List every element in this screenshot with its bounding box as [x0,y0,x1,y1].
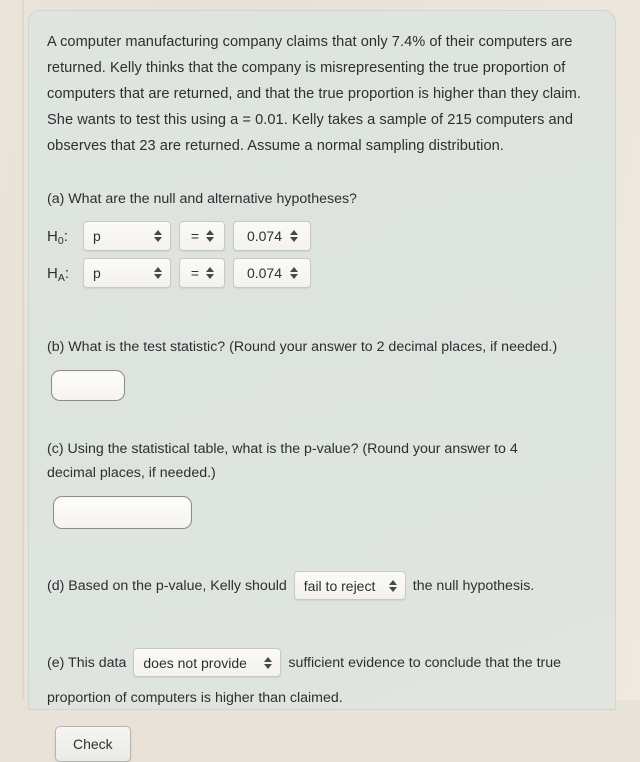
up-down-arrows-icon [290,265,299,281]
problem-statement: A computer manufacturing company claims … [47,34,581,154]
up-down-arrows-icon [154,228,163,244]
up-down-arrows-icon [206,228,215,244]
p-value-input[interactable] [53,496,192,529]
evidence-value: does not provide [143,654,247,671]
evidence-select[interactable]: does not provide [133,648,282,677]
null-parameter-select[interactable]: p [83,221,171,251]
up-down-arrows-icon [388,578,398,594]
part-c-question-line1: (c) Using the statistical table, what is… [47,441,518,457]
part-e-suffix: sufficient evidence to conclude that the… [288,654,562,671]
alternative-hypothesis-label: HA: [47,264,70,284]
part-c-section: (c) Using the statistical table, what is… [47,437,593,529]
null-hypothesis-row: H0: p = 0.074 [47,221,593,251]
part-d-prefix: (d) Based on the p-value, Kelly should [47,577,287,594]
part-c-question-line2: decimal places, if needed.) [47,465,216,481]
alternative-value-value: 0.074 [246,265,283,281]
alternative-operator-select[interactable]: = [179,258,225,288]
null-value-select[interactable]: 0.074 [233,221,311,251]
alternative-parameter-select[interactable]: p [83,258,171,288]
part-d-section: (d) Based on the p-value, Kelly should f… [47,571,593,600]
null-operator-value: = [190,228,200,244]
part-e-prefix: (e) This data [47,654,127,671]
part-e-first-line: (e) This data does not provide sufficien… [47,648,593,677]
up-down-arrows-icon [206,265,215,281]
part-a-question: (a) What are the null and alternative hy… [47,191,357,207]
test-statistic-input[interactable] [51,370,125,401]
decision-value: fail to reject [303,577,376,594]
question-card: A computer manufacturing company claims … [28,10,616,762]
part-e-section: (e) This data does not provide sufficien… [47,648,593,762]
part-d-suffix: the null hypothesis. [412,577,535,594]
up-down-arrows-icon [264,655,273,671]
null-hypothesis-label: H0: [47,227,68,247]
null-parameter-value: p [93,228,101,244]
null-value-value: 0.074 [246,228,283,244]
page-seam [22,0,24,700]
part-a-section: (a) What are the null and alternative hy… [47,187,593,288]
decision-select[interactable]: fail to reject [293,571,406,600]
alternative-value-select[interactable]: 0.074 [233,258,311,288]
part-e-second-line: proportion of computers is higher than c… [47,690,343,706]
null-operator-select[interactable]: = [179,221,225,251]
alternative-parameter-value: p [93,265,101,281]
alternative-hypothesis-row: HA: p = 0.074 [47,258,593,288]
hypothesis-rows: H0: p = 0.074 HA: p = 0.074 [47,221,593,288]
up-down-arrows-icon [290,228,299,244]
part-b-question: (b) What is the test statistic? (Round y… [47,339,558,355]
part-b-section: (b) What is the test statistic? (Round y… [47,335,593,401]
up-down-arrows-icon [154,265,163,281]
alternative-operator-value: = [190,265,200,281]
check-button[interactable]: Check [55,726,131,762]
